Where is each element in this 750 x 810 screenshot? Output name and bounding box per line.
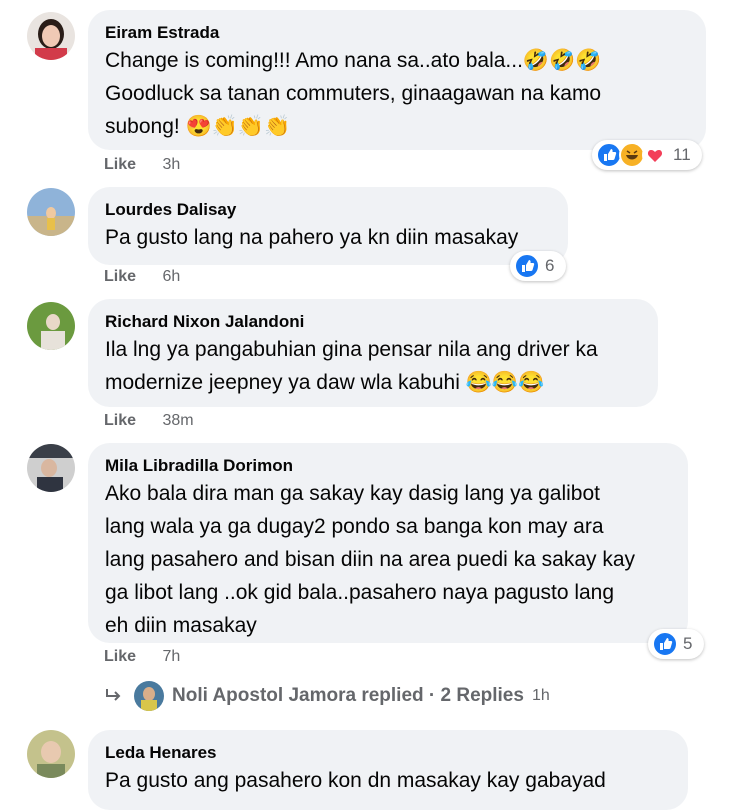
avatar[interactable] — [27, 444, 75, 492]
comment-text: Ako bala dira man ga sakay kay dasig lan… — [105, 482, 636, 637]
reaction-count: 11 — [673, 145, 691, 164]
like-button[interactable]: Like — [104, 156, 136, 173]
comment-time[interactable]: 38m — [162, 412, 193, 429]
love-reaction-icon — [642, 142, 668, 168]
reply-avatar — [134, 681, 164, 711]
reaction-summary[interactable]: 11 — [592, 140, 702, 170]
reaction-count: 6 — [545, 256, 555, 275]
replies-link[interactable]: Noli Apostol Jamora replied · 2 Replies — [172, 685, 524, 707]
comment-author[interactable]: Richard Nixon Jalandoni — [105, 311, 641, 333]
comment-bubble: Richard Nixon Jalandoni Ila lng ya panga… — [88, 299, 658, 407]
comment-bubble: Leda Henares Pa gusto ang pasahero kon d… — [88, 730, 688, 810]
like-button[interactable]: Like — [104, 648, 136, 665]
reaction-count: 5 — [683, 634, 693, 653]
reply-arrow-icon — [106, 689, 121, 701]
comment-text: Pa gusto ang pasahero kon dn masakay kay… — [105, 769, 606, 792]
like-button[interactable]: Like — [104, 268, 136, 285]
comment-meta: Like 7h — [104, 648, 180, 666]
reaction-summary[interactable]: 5 — [648, 629, 704, 659]
like-reaction-icon — [652, 631, 678, 657]
avatar[interactable] — [27, 302, 75, 350]
comment-meta: Like 6h — [104, 268, 180, 286]
reply-time: 1h — [531, 687, 550, 704]
comment-time[interactable]: 3h — [162, 156, 180, 173]
comment-author[interactable]: Lourdes Dalisay — [105, 199, 551, 221]
comment-text: Change is coming!!! Amo nana sa..ato bal… — [105, 49, 602, 138]
comment-meta: Like 38m — [104, 412, 194, 430]
avatar[interactable] — [27, 12, 75, 60]
reaction-summary[interactable]: 6 — [510, 251, 566, 281]
like-reaction-icon — [514, 253, 540, 279]
comment-author[interactable]: Eiram Estrada — [105, 22, 689, 44]
comment-time[interactable]: 6h — [162, 268, 180, 285]
comment-meta: Like 3h — [104, 156, 180, 174]
avatar[interactable] — [27, 188, 75, 236]
comment-author[interactable]: Mila Libradilla Dorimon — [105, 455, 671, 477]
comment-text: Ila lng ya pangabuhian gina pensar nila … — [105, 338, 598, 394]
comment-author[interactable]: Leda Henares — [105, 742, 671, 764]
comment-bubble: Eiram Estrada Change is coming!!! Amo na… — [88, 10, 706, 150]
view-replies[interactable]: Noli Apostol Jamora replied · 2 Replies … — [104, 678, 550, 714]
comment-bubble: Lourdes Dalisay Pa gusto lang na pahero … — [88, 187, 568, 265]
avatar[interactable] — [27, 730, 75, 778]
comment-text: Pa gusto lang na pahero ya kn diin masak… — [105, 226, 519, 249]
comment-time[interactable]: 7h — [162, 648, 180, 665]
like-button[interactable]: Like — [104, 412, 136, 429]
comment-bubble: Mila Libradilla Dorimon Ako bala dira ma… — [88, 443, 688, 643]
